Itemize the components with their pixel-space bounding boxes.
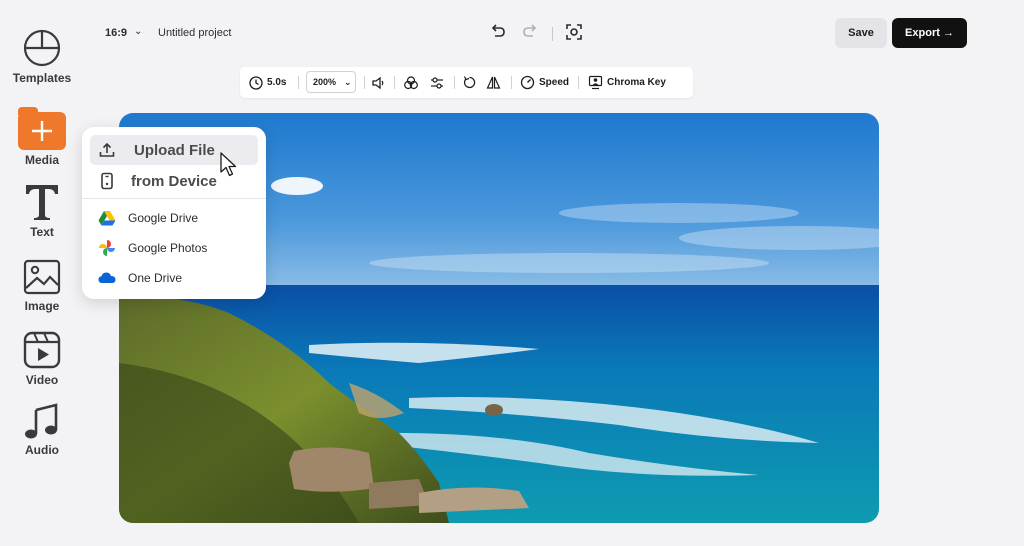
redo-icon[interactable] (520, 22, 540, 42)
upload-icon (99, 142, 115, 157)
google-photos-option[interactable]: Google Photos (90, 236, 258, 260)
divider (454, 76, 455, 89)
upload-dropdown-menu: Upload File from Device Google Drive Goo… (82, 127, 266, 299)
divider (578, 76, 579, 89)
rotate-button[interactable] (462, 67, 477, 98)
editing-toolbar: 5.0s 200% ⌄ Speed Chroma Key (240, 67, 693, 98)
divider (511, 76, 512, 89)
sidebar-item-label: Text (30, 225, 54, 239)
sidebar-item-label: Image (24, 299, 60, 313)
google-photos-icon (99, 240, 115, 256)
upload-file-label: Upload File (134, 141, 215, 159)
save-button[interactable]: Save (835, 18, 887, 48)
sidebar-item-label: Media (24, 153, 59, 167)
zoom-value: 200% (313, 77, 337, 87)
top-bar: 16:9 ⌄ Untitled project Save Export → (84, 12, 984, 52)
one-drive-label: One Drive (128, 271, 183, 285)
color-circles-icon (404, 75, 418, 89)
google-drive-icon (98, 211, 116, 226)
divider (364, 76, 365, 89)
adjust-button[interactable] (429, 67, 445, 98)
volume-button[interactable] (371, 67, 385, 98)
divider (552, 27, 553, 41)
mouse-pointer-icon (220, 152, 237, 177)
sidebar-item-text[interactable]: Text (0, 182, 84, 239)
video-icon (23, 331, 61, 369)
zoom-select[interactable]: 200% ⌄ (306, 71, 356, 93)
sidebar-item-label: Audio (25, 443, 59, 457)
speaker-icon (372, 76, 384, 89)
divider (82, 198, 266, 199)
google-drive-label: Google Drive (128, 211, 199, 225)
chroma-key-icon (588, 75, 603, 90)
google-drive-option[interactable]: Google Drive (90, 206, 258, 230)
rotate-icon (463, 76, 476, 89)
sidebar-item-audio[interactable]: Audio (0, 402, 84, 457)
music-note-icon (25, 403, 58, 439)
divider (394, 76, 395, 89)
sidebar-item-templates[interactable]: Templates (0, 28, 84, 85)
plus-icon (18, 107, 66, 150)
one-drive-option[interactable]: One Drive (90, 266, 258, 290)
from-device-label: from Device (131, 172, 217, 190)
templates-icon (23, 29, 61, 67)
sidebar-item-video[interactable]: Video (0, 330, 84, 387)
phone-icon (101, 172, 113, 190)
duration-button[interactable]: 5.0s (249, 67, 286, 98)
sidebar-item-label: Video (25, 373, 59, 387)
flip-icon (486, 76, 501, 89)
chevron-down-icon: ⌄ (344, 76, 352, 87)
color-adjust-button[interactable] (403, 67, 419, 98)
screenshot-icon[interactable] (564, 22, 584, 42)
export-button[interactable]: Export → (892, 18, 967, 48)
onedrive-icon (98, 272, 116, 283)
divider (298, 76, 299, 89)
chroma-key-button[interactable]: Chroma Key (588, 67, 666, 98)
text-icon (26, 185, 58, 220)
sidebar-item-media[interactable]: Media (0, 107, 84, 167)
clock-icon (249, 75, 263, 90)
flip-button[interactable] (486, 67, 501, 98)
sidebar-item-label: Templates (12, 71, 72, 85)
aspect-ratio-select[interactable]: 16:9 (105, 27, 127, 39)
chroma-key-label: Chroma Key (607, 77, 666, 88)
undo-icon[interactable] (488, 22, 508, 42)
google-photos-label: Google Photos (128, 241, 208, 255)
speed-icon (520, 75, 535, 90)
image-icon (23, 259, 61, 295)
duration-value: 5.0s (267, 77, 287, 88)
speed-button[interactable]: Speed (520, 67, 569, 98)
left-sidebar: Templates Media Text Image Video Audio (0, 0, 84, 546)
sidebar-item-image[interactable]: Image (0, 258, 84, 313)
speed-label: Speed (539, 77, 570, 88)
chevron-down-icon[interactable]: ⌄ (134, 26, 142, 37)
project-name[interactable]: Untitled project (158, 27, 231, 39)
sliders-icon (431, 76, 443, 89)
